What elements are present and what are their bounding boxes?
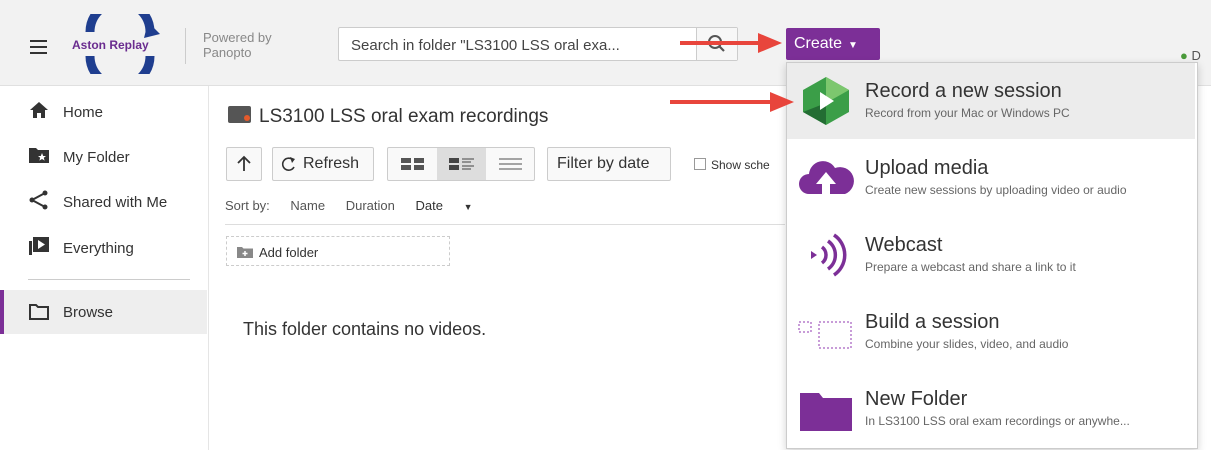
webcast-icon xyxy=(811,233,847,277)
menu-item-title: Upload media xyxy=(865,157,989,179)
empty-folder-message: This folder contains no videos. xyxy=(243,319,487,339)
caret-down-icon: ▼ xyxy=(848,40,858,51)
detail-view-icon xyxy=(449,158,474,170)
sidebar-item-browse[interactable]: Browse xyxy=(0,290,207,334)
app-name: Aston Replay xyxy=(72,38,149,52)
sort-by-label: Sort by: xyxy=(225,198,270,213)
sidebar-item-label: Shared with Me xyxy=(63,194,168,211)
menu-item-subtitle: Combine your slides, video, and audio xyxy=(865,337,1069,351)
everything-icon xyxy=(29,237,49,255)
menu-item-subtitle: Create new sessions by uploading video o… xyxy=(865,183,1127,197)
sidebar-item-my-folder[interactable]: My Folder xyxy=(0,135,207,175)
annotation-arrow-to-create xyxy=(680,33,782,53)
share-icon xyxy=(29,190,48,210)
menu-item-subtitle: In LS3100 LSS oral exam recordings or an… xyxy=(865,414,1130,428)
menu-icon[interactable] xyxy=(30,40,47,58)
list-view-button[interactable] xyxy=(486,148,534,180)
page-title: LS3100 LSS oral exam recordings xyxy=(228,106,548,128)
add-folder-label: Add folder xyxy=(259,245,319,260)
menu-item-webcast[interactable]: Webcast Prepare a webcast and share a li… xyxy=(787,217,1195,293)
refresh-label: Refresh xyxy=(303,155,360,172)
detail-view-button[interactable] xyxy=(437,148,486,180)
sort-date[interactable]: Date ▼ xyxy=(416,198,490,213)
show-scheduled-toggle[interactable]: Show sche xyxy=(694,158,770,172)
sidebar-item-everything[interactable]: Everything xyxy=(0,226,207,266)
user-menu[interactable]: ● D xyxy=(1180,48,1201,63)
add-folder-button[interactable]: Add folder xyxy=(226,236,450,266)
build-session-icon xyxy=(798,321,852,349)
sidebar-item-shared[interactable]: Shared with Me xyxy=(0,180,207,220)
menu-item-new-folder[interactable]: New Folder In LS3100 LSS oral exam recor… xyxy=(787,371,1195,447)
create-dropdown-menu: Record a new session Record from your Ma… xyxy=(786,62,1198,449)
arrow-up-icon xyxy=(237,155,251,171)
list-view-icon xyxy=(499,158,522,170)
user-avatar-icon: ● xyxy=(1180,48,1188,63)
sort-bar: Sort by: Name Duration Date ▼ xyxy=(225,198,507,213)
caret-down-icon: ▼ xyxy=(463,202,473,212)
refresh-icon xyxy=(281,157,295,171)
cloud-upload-icon xyxy=(799,161,854,194)
sidebar-item-home[interactable]: Home xyxy=(0,90,207,130)
folder-outline-icon xyxy=(29,304,49,320)
my-folder-icon xyxy=(29,148,49,163)
up-button[interactable] xyxy=(226,147,262,181)
show-scheduled-label: Show sche xyxy=(711,158,770,172)
panopto-text: Panopto xyxy=(203,45,252,60)
refresh-button[interactable]: Refresh xyxy=(272,147,374,181)
panopto-record-icon xyxy=(803,77,849,125)
menu-item-upload-media[interactable]: Upload media Create new sessions by uplo… xyxy=(787,140,1195,216)
folder-title-text: LS3100 LSS oral exam recordings xyxy=(259,106,549,127)
view-switcher xyxy=(387,147,535,181)
grid-view-button[interactable] xyxy=(388,148,437,180)
menu-item-subtitle: Prepare a webcast and share a link to it xyxy=(865,260,1076,274)
sidebar-item-label: Browse xyxy=(63,304,114,321)
powered-by-panopto: Powered by Panopto xyxy=(203,30,272,60)
user-initial: D xyxy=(1191,48,1201,63)
sidebar-item-label: Home xyxy=(63,104,104,121)
menu-item-title: Build a session xyxy=(865,311,1000,333)
sort-divider xyxy=(225,224,785,225)
search-input[interactable] xyxy=(349,33,693,57)
aston-replay-logo[interactable]: Aston Replay xyxy=(68,0,172,91)
sidebar-item-label: My Folder xyxy=(63,149,130,166)
header-divider xyxy=(185,28,186,64)
home-icon xyxy=(30,102,48,118)
filter-label: Filter by date xyxy=(557,155,650,172)
grid-view-icon xyxy=(401,158,424,170)
annotation-arrow-to-record xyxy=(670,92,794,112)
menu-item-title: Webcast xyxy=(865,234,943,256)
menu-item-title: New Folder xyxy=(865,388,968,410)
sidebar: Home My Folder Shared with Me Everything… xyxy=(0,86,209,450)
menu-item-record-session[interactable]: Record a new session Record from your Ma… xyxy=(787,63,1195,139)
menu-item-title: Record a new session xyxy=(865,80,1062,102)
folder-icon xyxy=(228,106,251,123)
filter-by-date-button[interactable]: Filter by date xyxy=(547,147,671,181)
add-folder-icon xyxy=(237,247,253,258)
sidebar-item-label: Everything xyxy=(63,240,134,257)
sort-duration[interactable]: Duration xyxy=(346,198,395,213)
sort-date-label: Date xyxy=(415,198,443,213)
sort-name[interactable]: Name xyxy=(290,198,325,213)
create-button[interactable]: Create ▼ xyxy=(786,28,880,60)
checkbox[interactable] xyxy=(694,158,706,170)
powered-by-text: Powered by xyxy=(203,30,272,45)
create-label: Create xyxy=(794,35,843,52)
menu-item-build-session[interactable]: Build a session Combine your slides, vid… xyxy=(787,294,1195,370)
folder-icon xyxy=(800,393,852,431)
sidebar-divider xyxy=(28,279,190,280)
menu-item-subtitle: Record from your Mac or Windows PC xyxy=(865,106,1070,120)
